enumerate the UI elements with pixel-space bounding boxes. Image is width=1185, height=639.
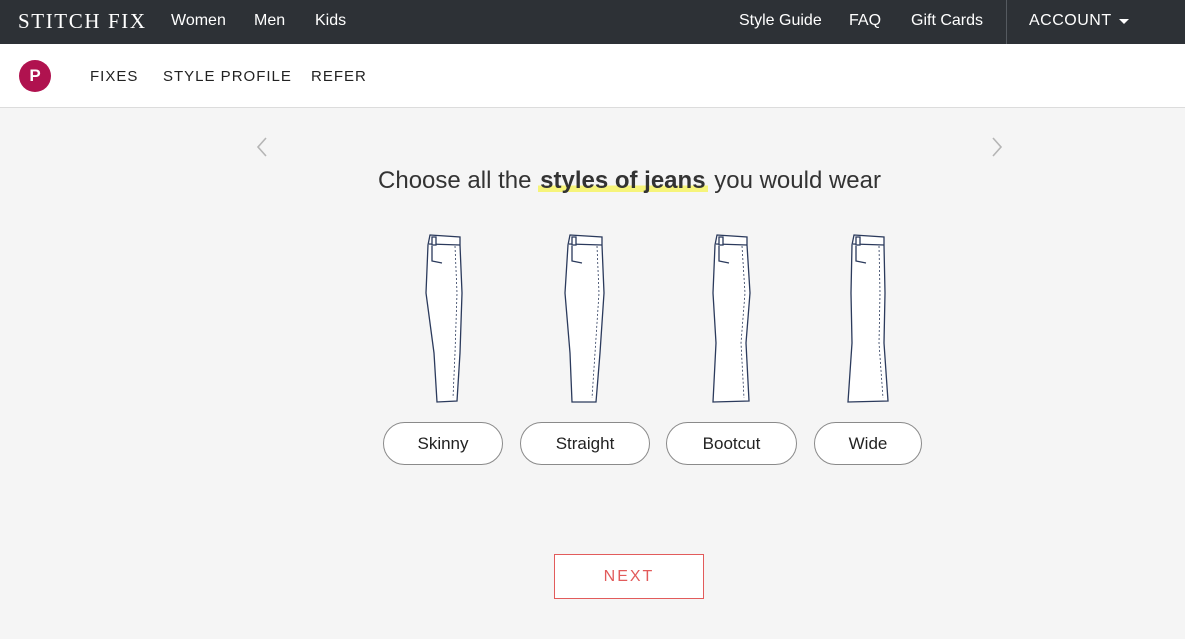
option-wide-button[interactable]: Wide — [814, 422, 922, 465]
nav-men[interactable]: Men — [254, 12, 285, 30]
bootcut-jeans-icon[interactable] — [709, 233, 753, 405]
tab-style-profile[interactable]: STYLE PROFILE — [163, 68, 292, 85]
tab-fixes[interactable]: FIXES — [90, 68, 138, 85]
chevron-left-icon[interactable] — [255, 136, 269, 158]
chevron-down-icon[interactable] — [1119, 19, 1129, 24]
wide-jeans-icon[interactable] — [846, 233, 890, 405]
account-menu[interactable]: ACCOUNT — [1029, 12, 1112, 30]
nav-divider — [1006, 0, 1007, 44]
skinny-jeans-icon[interactable] — [422, 233, 466, 405]
option-skinny-button[interactable]: Skinny — [383, 422, 503, 465]
straight-jeans-icon[interactable] — [562, 233, 606, 405]
avatar[interactable]: P — [19, 60, 51, 92]
brand-logo[interactable]: STITCH FIX — [18, 9, 147, 34]
nav-gift-cards[interactable]: Gift Cards — [911, 12, 983, 30]
option-bootcut-button[interactable]: Bootcut — [666, 422, 797, 465]
next-button[interactable]: NEXT — [554, 554, 704, 599]
chevron-right-icon[interactable] — [990, 136, 1004, 158]
top-bar: STITCH FIX Women Men Kids Style Guide FA… — [0, 0, 1185, 44]
question-prefix: Choose all the — [378, 167, 539, 194]
question-highlight: styles of jeans — [538, 167, 708, 194]
question-heading: Choose all the styles of jeans you would… — [0, 167, 1185, 195]
sub-nav: P FIXES STYLE PROFILE REFER — [0, 44, 1185, 108]
question-suffix: you would wear — [707, 167, 881, 194]
nav-style-guide[interactable]: Style Guide — [739, 12, 822, 30]
option-straight-button[interactable]: Straight — [520, 422, 650, 465]
nav-kids[interactable]: Kids — [315, 12, 346, 30]
nav-women[interactable]: Women — [171, 12, 226, 30]
tab-refer[interactable]: REFER — [311, 68, 367, 85]
nav-faq[interactable]: FAQ — [849, 12, 881, 30]
